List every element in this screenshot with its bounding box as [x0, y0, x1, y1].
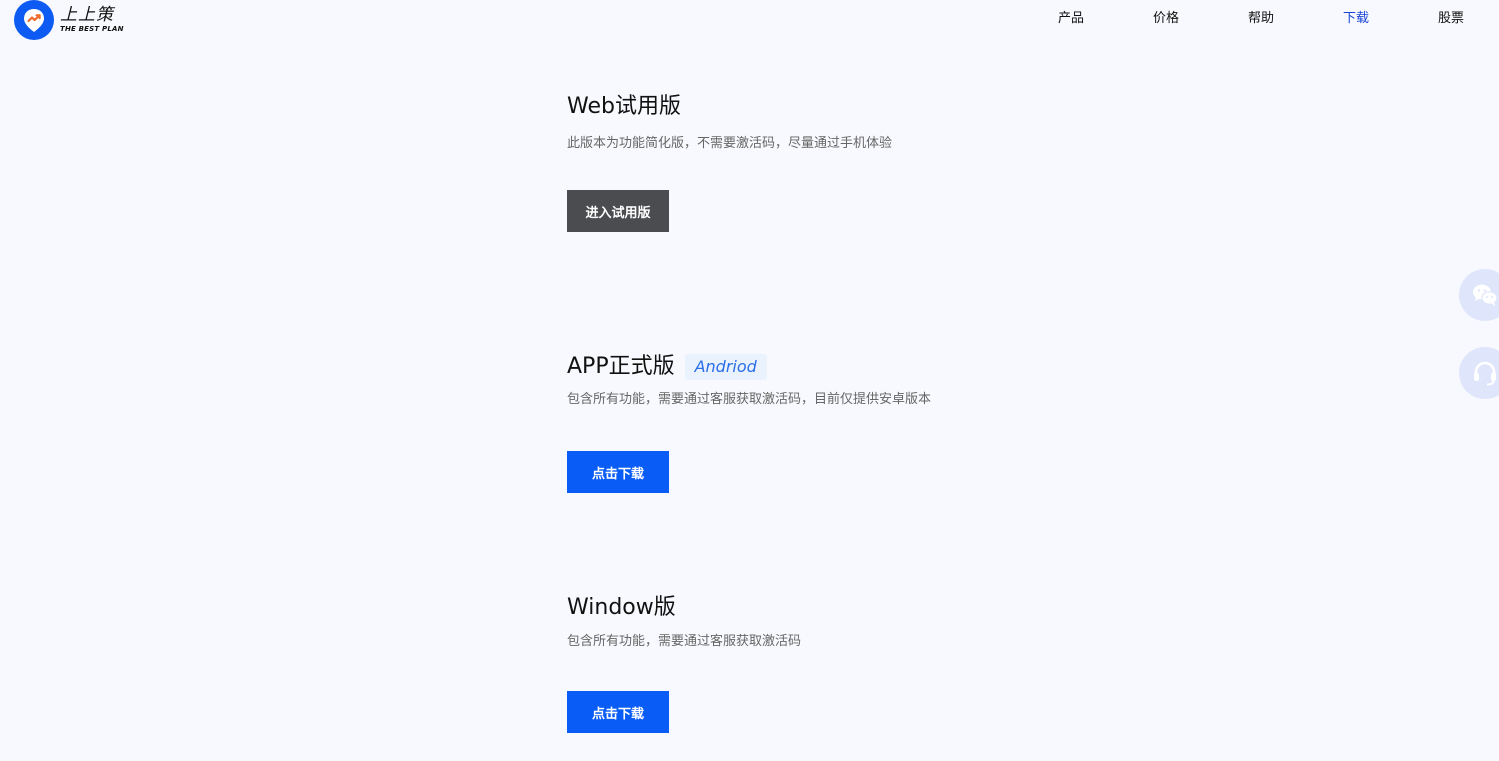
- windows-description: 包含所有功能，需要通过客服获取激活码: [567, 634, 802, 649]
- android-badge: Andriod: [684, 354, 767, 380]
- section-title: Window版: [567, 594, 1167, 622]
- web-trial-title: Web试用版: [567, 94, 681, 119]
- logo-text: 上上策 THE BEST PLAN: [60, 6, 124, 34]
- section-app: APP正式版 Andriod 包含所有功能，需要通过客服获取激活码，目前仅提供安…: [567, 353, 1167, 493]
- section-title: APP正式版 Andriod: [567, 353, 1167, 381]
- logo-mark: [14, 0, 54, 40]
- app-description: 包含所有功能，需要通过客服获取激活码，目前仅提供安卓版本: [567, 392, 932, 407]
- brand-logo[interactable]: 上上策 THE BEST PLAN: [14, 0, 124, 40]
- support-float-button[interactable]: [1459, 347, 1499, 399]
- nav-item-help[interactable]: 帮助: [1241, 10, 1281, 28]
- windows-title: Window版: [567, 595, 676, 620]
- trend-arrow-icon: [24, 9, 44, 32]
- web-trial-description: 此版本为功能简化版，不需要激活码，尽量通过手机体验: [567, 136, 893, 151]
- section-windows: Window版 包含所有功能，需要通过客服获取激活码 点击下载: [567, 594, 1167, 734]
- section-title: Web试用版: [567, 93, 1167, 121]
- app-download-button[interactable]: 点击下载: [567, 451, 669, 493]
- nav-item-download[interactable]: 下载: [1336, 10, 1376, 28]
- brand-name-cn: 上上策: [60, 5, 114, 25]
- headset-icon: [1474, 361, 1496, 386]
- enter-trial-button[interactable]: 进入试用版: [567, 190, 669, 232]
- top-header: 上上策 THE BEST PLAN 产品 价格 帮助 下载 股票: [0, 0, 1499, 40]
- app-title: APP正式版: [567, 354, 675, 379]
- windows-download-button[interactable]: 点击下载: [567, 691, 669, 733]
- nav-item-stocks[interactable]: 股票: [1431, 10, 1471, 28]
- nav-item-pricing[interactable]: 价格: [1146, 10, 1186, 28]
- wechat-icon: [1473, 284, 1498, 306]
- brand-name-en: THE BEST PLAN: [60, 25, 124, 33]
- wechat-float-button[interactable]: [1459, 269, 1499, 321]
- nav-item-products[interactable]: 产品: [1051, 10, 1091, 28]
- section-web-trial: Web试用版 此版本为功能简化版，不需要激活码，尽量通过手机体验 进入试用版: [567, 93, 1167, 233]
